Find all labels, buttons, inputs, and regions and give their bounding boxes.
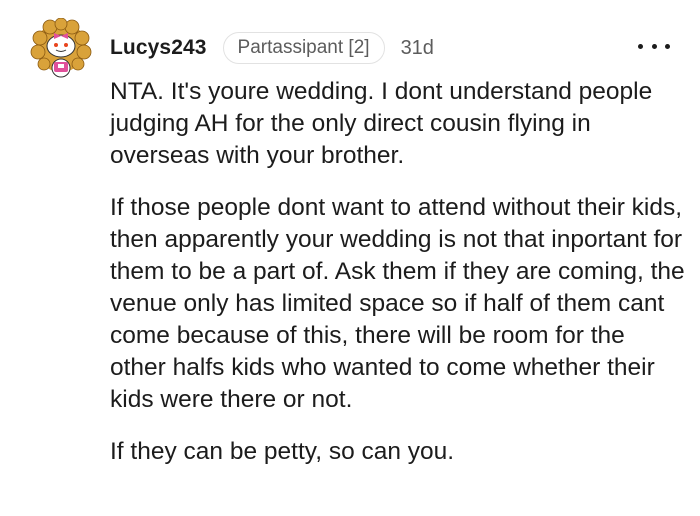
user-flair-badge: Partassipant [2]: [222, 32, 385, 64]
more-dot: [651, 43, 657, 49]
username[interactable]: Lucys243: [110, 36, 207, 60]
snoo-avatar-icon: [30, 17, 92, 78]
comment-body: NTA. It's youre wedding. I dont understa…: [110, 76, 685, 488]
more-dot: [665, 43, 670, 49]
comment-timestamp[interactable]: 31d: [401, 37, 434, 60]
comment-paragraph: If they can be petty, so can you.: [110, 438, 455, 465]
more-options-icon[interactable]: [638, 36, 670, 56]
more-dot: [638, 43, 643, 49]
user-avatar[interactable]: [30, 17, 92, 80]
comment-paragraph: If those people dont want to attend with…: [110, 194, 685, 413]
comment-header: Lucys243 Partassipant [2] 31d: [110, 31, 434, 65]
comment-card: Lucys243 Partassipant [2] 31d NTA. It's …: [0, 0, 700, 516]
comment-paragraph: NTA. It's youre wedding. I dont understa…: [110, 78, 653, 169]
